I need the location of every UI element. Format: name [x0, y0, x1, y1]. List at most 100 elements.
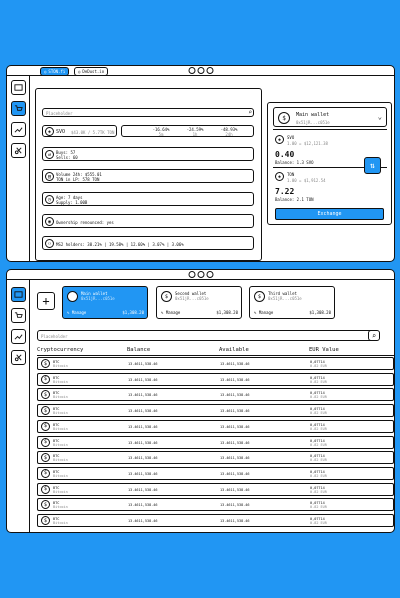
row-available: 13.4611,538.46 [220, 362, 250, 366]
wallet-select[interactable]: $ Main wallet 0x51jR...c051e ⌄ [273, 107, 387, 127]
user-icon: ◉ [45, 217, 54, 226]
asset-rate: 1.00 = $12,121.38 [287, 141, 328, 146]
table-row[interactable]: $ BTC Bitcoin 13.4611,538.46 13.4611,538.46 0… [37, 435, 394, 449]
stat-line: MS2 holders: 30.21% | 19.58% | 12.60% | … [56, 242, 184, 247]
add-wallet-button[interactable]: + [37, 292, 55, 310]
wallet-icon [14, 84, 23, 91]
manage-link[interactable]: ✎ Manage [254, 310, 273, 315]
chevron-down-icon: ⌄ [377, 113, 382, 121]
row-balance: 13.4611,538.46 [128, 362, 158, 366]
stat-holders: ⚇ MS2 holders: 30.21% | 19.58% | 12.60% … [42, 236, 254, 250]
manage-link[interactable]: ✎ Manage [161, 310, 180, 315]
search-bar[interactable]: Placeholder ⌕ [42, 108, 254, 117]
stat-line: TON in LP: 578 TON [56, 177, 100, 182]
stat-age: ◷ Age: 7 days Supply: 1.00B [42, 192, 254, 206]
table-row[interactable]: $ BTC Bitcoin 13.4611,538.46 13.4611,538.46 0… [37, 514, 394, 527]
window-dot[interactable] [197, 67, 204, 74]
wallet-address: 0x51jR...c051e [296, 120, 330, 125]
dollar-icon: $ [278, 112, 290, 124]
swap-direction-button[interactable]: ⇅ [364, 157, 381, 174]
row-balance: 13.4611,538.46 [128, 456, 158, 461]
row-name: Bitcoin [53, 489, 68, 494]
token-panel: Placeholder ⌕ ◈ SVO $43.0K / 5.7TK TON -… [35, 88, 262, 261]
bitcoin-icon: $ [41, 500, 50, 510]
stat-volume: ▤ Volume 24h: $555.01 TON in LP: 578 TON [42, 169, 254, 183]
sidebar-wallet-button[interactable] [11, 80, 26, 95]
row-name: Bitcoin [53, 505, 68, 510]
sidebar-tools-button[interactable] [11, 143, 26, 158]
table-row[interactable]: $ BTC Bitcoin 13.4611,538.46 13.4611,538.46 0… [37, 388, 394, 402]
row-eur-sub: 0.82 EUR [310, 458, 327, 463]
swap-icon: ⇄ [45, 150, 54, 159]
asset-amount-input[interactable]: 0.40 [275, 150, 294, 159]
search-button[interactable]: ⌕ [368, 330, 380, 341]
exchange-label: Exchange [317, 211, 342, 217]
table-row[interactable]: $ BTC Bitcoin 13.4611,538.46 13.4611,538.46 0… [37, 451, 394, 465]
table-row[interactable]: $ BTC Bitcoin 13.4611,538.46 13.4611,538.46 0… [37, 357, 394, 370]
window-dot[interactable] [206, 271, 213, 278]
cart-icon [14, 105, 23, 111]
asset-amount-input[interactable]: 7.22 [275, 187, 294, 196]
row-name: Bitcoin [53, 473, 68, 478]
manage-link[interactable]: ✎ Manage [67, 310, 86, 315]
sidebar-tools-button[interactable] [11, 350, 26, 365]
sidebar-cart-button[interactable] [11, 308, 26, 323]
search-placeholder: Placeholder [41, 334, 68, 339]
ston-icon: ◎ [44, 69, 47, 74]
users-icon: ⚇ [45, 239, 54, 248]
table-row[interactable]: $ BTC Bitcoin 13.4611,538.46 13.4611,538.46 0… [37, 404, 394, 418]
wallet-card[interactable]: $ Second wallet 0x51jR...c051e ✎ Manage … [156, 286, 242, 319]
row-available: 13.4611,538.46 [220, 519, 250, 523]
table-row[interactable]: $ BTC Bitcoin 13.4611,538.46 13.4611,538.46 0… [37, 466, 394, 480]
bitcoin-icon: $ [41, 437, 50, 447]
window-dot[interactable] [188, 67, 195, 74]
search-icon[interactable]: ⌕ [248, 109, 252, 116]
token-summary: ◈ SVO $43.0K / 5.7TK TON [42, 125, 117, 137]
sidebar-chart-button[interactable] [11, 122, 26, 137]
wallet-icon [14, 291, 23, 298]
row-balance: 13.4611,538.46 [128, 503, 158, 508]
wallet-amount: $1,308.20 [216, 310, 238, 315]
sidebar-cart-button[interactable] [11, 101, 26, 116]
sidebar-wallet-button[interactable] [11, 287, 26, 302]
row-eur-sub: 0.82 EUR [310, 379, 327, 384]
chart-icon: ▤ [45, 172, 54, 181]
column-header-available: Available [219, 347, 249, 353]
sidebar [7, 280, 30, 532]
row-available: 13.4611,538.46 [220, 487, 250, 492]
manage-label: Manage [165, 310, 181, 315]
wallet-card[interactable]: $ Third wallet 0x51jR...c051e ✎ Manage $… [249, 286, 335, 319]
tab-ston[interactable]: ◎ STON.fi [40, 67, 70, 76]
scissors-icon [14, 147, 22, 155]
table-row[interactable]: $ BTC Bitcoin 13.4611,538.46 13.4611,538.46 0… [37, 498, 394, 512]
plus-icon: + [42, 294, 50, 308]
column-header-balance: Balance [127, 347, 151, 353]
row-available: 13.4611,538.46 [220, 471, 250, 476]
stat-trades: ⇄ Buys: 57 Sells: 60 [42, 147, 254, 161]
exchange-button[interactable]: Exchange [275, 208, 384, 220]
window-dot[interactable] [188, 271, 195, 278]
asset-balance: Balance: 2.1 TON [275, 197, 314, 202]
window-dot[interactable] [197, 271, 204, 278]
table-row[interactable]: $ BTC Bitcoin 13.4611,538.46 13.4611,538.46 0… [37, 372, 394, 386]
row-name: Bitcoin [53, 379, 68, 384]
table-row[interactable]: $ BTC Bitcoin 13.4611,538.46 13.4611,538.46 0… [37, 419, 394, 433]
bitcoin-icon: $ [41, 516, 50, 525]
row-name: Bitcoin [53, 411, 68, 416]
tab-dedust[interactable]: ◎ DeDust.io [74, 67, 109, 76]
wallet-address: 0x51jR...c051e [268, 296, 302, 301]
row-available: 13.4611,538.46 [220, 377, 250, 382]
token-window: ◎ STON.fi ◎ DeDust.io Placeholder ⌕ ◈ SVO … [6, 65, 395, 262]
search-bar[interactable]: Placeholder [37, 330, 376, 341]
sidebar-chart-button[interactable] [11, 329, 26, 344]
change-period: 1h [192, 132, 198, 137]
wallet-address: 0x51jR...c051e [175, 296, 209, 301]
row-name: Bitcoin [53, 426, 68, 431]
window-dot[interactable] [206, 67, 213, 74]
wallet-card[interactable]: $ Main wallet 0x51jR...c051e ✎ Manage $1… [62, 286, 148, 319]
bitcoin-icon: $ [41, 390, 50, 400]
table-row[interactable]: $ BTC Bitcoin 13.4611,538.46 13.4611,538.46 0… [37, 482, 394, 496]
search-icon: ⌕ [371, 331, 377, 340]
column-header-crypto: Cryptocurrency [37, 347, 84, 353]
row-available: 13.4611,538.46 [220, 503, 250, 508]
